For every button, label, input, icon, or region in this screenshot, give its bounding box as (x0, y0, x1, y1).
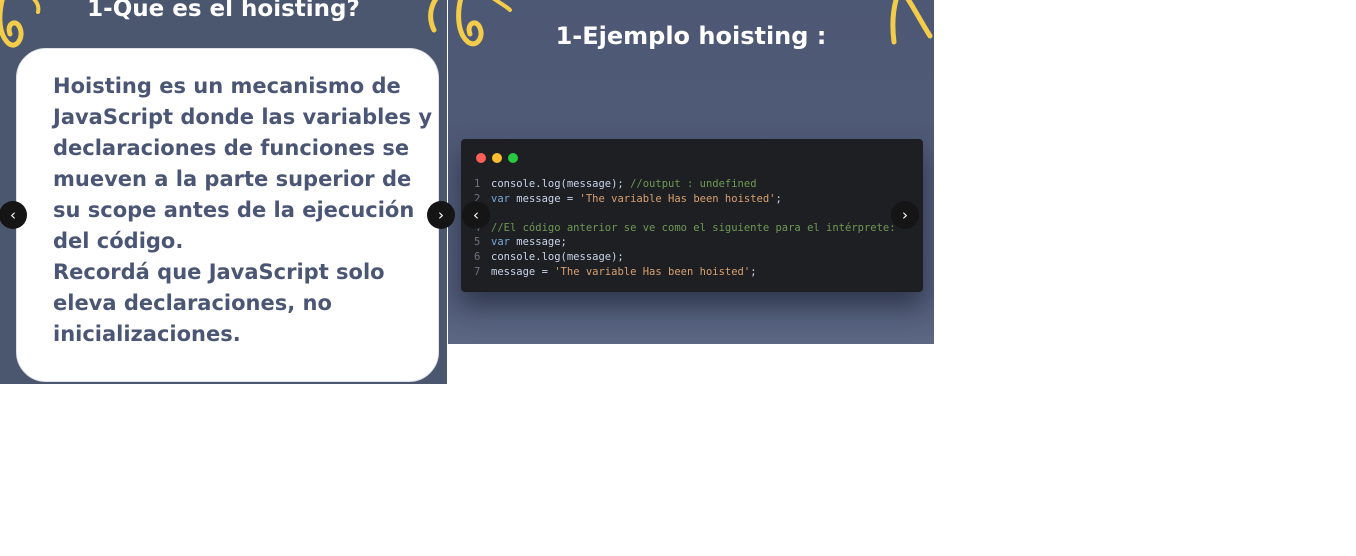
code-line: 4//El código anterior se ve como el sigu… (474, 221, 896, 234)
code-block: 1 console.log(message); //output : undefi… (474, 177, 896, 279)
slide-ejemplo-hoisting: 1-Ejemplo hoisting : 1 console.log(messag… (448, 0, 934, 344)
code-line: 7 message = 'The variable Has been hoiste… (474, 265, 757, 278)
window-dot-icon (508, 153, 518, 163)
code-window: 1 console.log(message); //output : undefi… (461, 139, 923, 292)
code-line: 5 var message; (474, 236, 567, 249)
definition-card: Hoisting es un mecanismo de JavaScript d… (16, 48, 439, 382)
definition-paragraph: Hoisting es un mecanismo de JavaScript d… (53, 74, 433, 253)
window-controls (476, 153, 518, 163)
code-line: 1 console.log(message); //output : undefi… (474, 178, 757, 190)
next-slide-button[interactable]: › (427, 201, 455, 229)
next-slide-button[interactable]: › (891, 201, 919, 229)
window-dot-icon (476, 153, 486, 163)
chevron-left-icon: ‹ (473, 206, 479, 224)
prev-slide-button[interactable]: ‹ (0, 201, 27, 229)
definition-text: Hoisting es un mecanismo de JavaScript d… (53, 71, 433, 350)
chevron-right-icon: › (902, 206, 908, 224)
chevron-right-icon: › (438, 206, 444, 224)
window-dot-icon (492, 153, 502, 163)
chevron-left-icon: ‹ (10, 206, 16, 224)
code-line: 2 var message = 'The variable Has been ho… (474, 192, 782, 205)
slide-que-es-hoisting: 1-Que es el hoisting? Hoisting es un mec… (0, 0, 447, 384)
slide-title: 1-Ejemplo hoisting : (555, 22, 827, 50)
reminder-paragraph: Recordá que JavaScript solo eleva declar… (53, 260, 385, 346)
prev-slide-button[interactable]: ‹ (462, 201, 490, 229)
code-line: 6 console.log(message); (474, 250, 624, 263)
slide-title: 1-Que es el hoisting? (87, 0, 360, 22)
